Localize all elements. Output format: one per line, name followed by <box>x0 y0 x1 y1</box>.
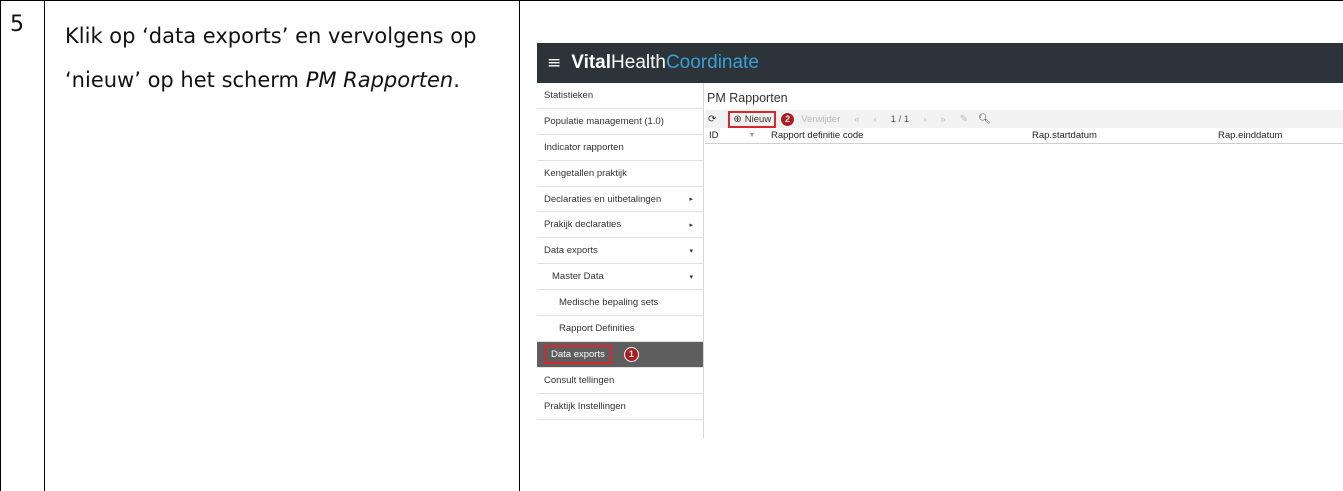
sidebar-item-consult-tellingen[interactable]: Consult tellingen <box>537 368 703 394</box>
column-header-id[interactable]: ID <box>705 130 733 141</box>
first-page-button[interactable]: « <box>854 114 859 125</box>
chevron-down-icon: ▾ <box>689 246 693 255</box>
sort-down-icon[interactable]: ▼ <box>733 132 771 139</box>
app-header: ≡ VitalHealthCoordinate <box>537 43 1343 83</box>
new-button[interactable]: ⊕ Nieuw <box>728 110 777 128</box>
sidebar-item-indicator-rapporten[interactable]: Indicator rapporten <box>537 135 703 161</box>
sidebar-item-rapport-definities[interactable]: Rapport Definities <box>537 316 703 342</box>
sidebar-item-populatie-management[interactable]: Populatie management (1.0) <box>537 109 703 135</box>
search-icon[interactable]: 🔍︎ <box>978 114 991 125</box>
refresh-icon[interactable]: ⟳ <box>708 114 716 125</box>
delete-button[interactable]: Verwijder <box>801 114 840 125</box>
table-border-top <box>0 0 1343 1</box>
column-header-rap-startdatum[interactable]: Rap.startdatum <box>1032 130 1218 141</box>
sidebar-item-declaraties[interactable]: Declaraties en uitbetalingen ▸ <box>537 187 703 213</box>
highlight-box: Data exports <box>544 344 612 364</box>
instruction-screen-name: PM Rapporten <box>305 68 454 92</box>
step-marker-2: 2 <box>780 111 796 127</box>
page-title: PM Rapporten <box>707 91 788 105</box>
table-border-col1 <box>44 0 45 491</box>
table-border-left <box>0 0 1 491</box>
main-panel: PM Rapporten ⟳ ⊕ Nieuw 2 Verwijder « ‹ 1 … <box>705 83 1343 144</box>
hamburger-menu-icon[interactable]: ≡ <box>547 53 561 73</box>
page-indicator: 1 / 1 <box>890 113 910 125</box>
plus-circle-icon: ⊕ <box>733 113 742 125</box>
sidebar-item-statistieken[interactable]: Statistieken <box>537 83 703 109</box>
chevron-right-icon: ▸ <box>689 220 693 229</box>
table-border-col2 <box>519 0 520 491</box>
sidebar-item-medische-bepaling-sets[interactable]: Medische bepaling sets <box>537 290 703 317</box>
sidebar: Statistieken Populatie management (1.0) … <box>537 83 704 438</box>
sidebar-item-master-data[interactable]: Master Data ▾ <box>537 264 703 291</box>
edit-icon[interactable]: ✎ <box>960 114 968 125</box>
table-header: ID ▼ Rapport definitie code Rap.startdat… <box>705 128 1343 144</box>
chevron-right-icon: ▸ <box>689 195 693 203</box>
step-number: 5 <box>10 12 24 37</box>
prev-page-button[interactable]: ‹ <box>874 114 877 125</box>
sidebar-item-prakijk-declaraties[interactable]: Prakijk declaraties ▸ <box>537 212 703 239</box>
next-page-button[interactable]: › <box>923 114 926 125</box>
step-marker-1: 1 <box>623 346 639 362</box>
app-screenshot: ≡ VitalHealthCoordinate Statistieken Pop… <box>537 43 1343 438</box>
sidebar-item-kengetallen-praktijk[interactable]: Kengetallen praktijk <box>537 161 703 187</box>
column-header-rap-einddatum[interactable]: Rap.einddatum <box>1218 130 1328 141</box>
toolbar: ⟳ ⊕ Nieuw 2 Verwijder « ‹ 1 / 1 › » ✎ 🔍︎ <box>705 110 1343 128</box>
sidebar-item-data-exports-group[interactable]: Data exports ▾ <box>537 238 703 265</box>
chevron-down-icon: ▾ <box>689 272 693 281</box>
instruction-end: . <box>453 68 460 92</box>
brand-logo: VitalHealthCoordinate <box>571 52 759 73</box>
step-instruction: Klik op ‘data exports’ en vervolgens op … <box>65 14 515 102</box>
last-page-button[interactable]: » <box>940 114 945 125</box>
column-header-rapport-definitie-code[interactable]: Rapport definitie code <box>771 130 1032 141</box>
sidebar-item-praktijk-instellingen[interactable]: Praktijk Instellingen <box>537 394 703 420</box>
sidebar-item-data-exports[interactable]: Data exports 1 <box>537 341 703 368</box>
